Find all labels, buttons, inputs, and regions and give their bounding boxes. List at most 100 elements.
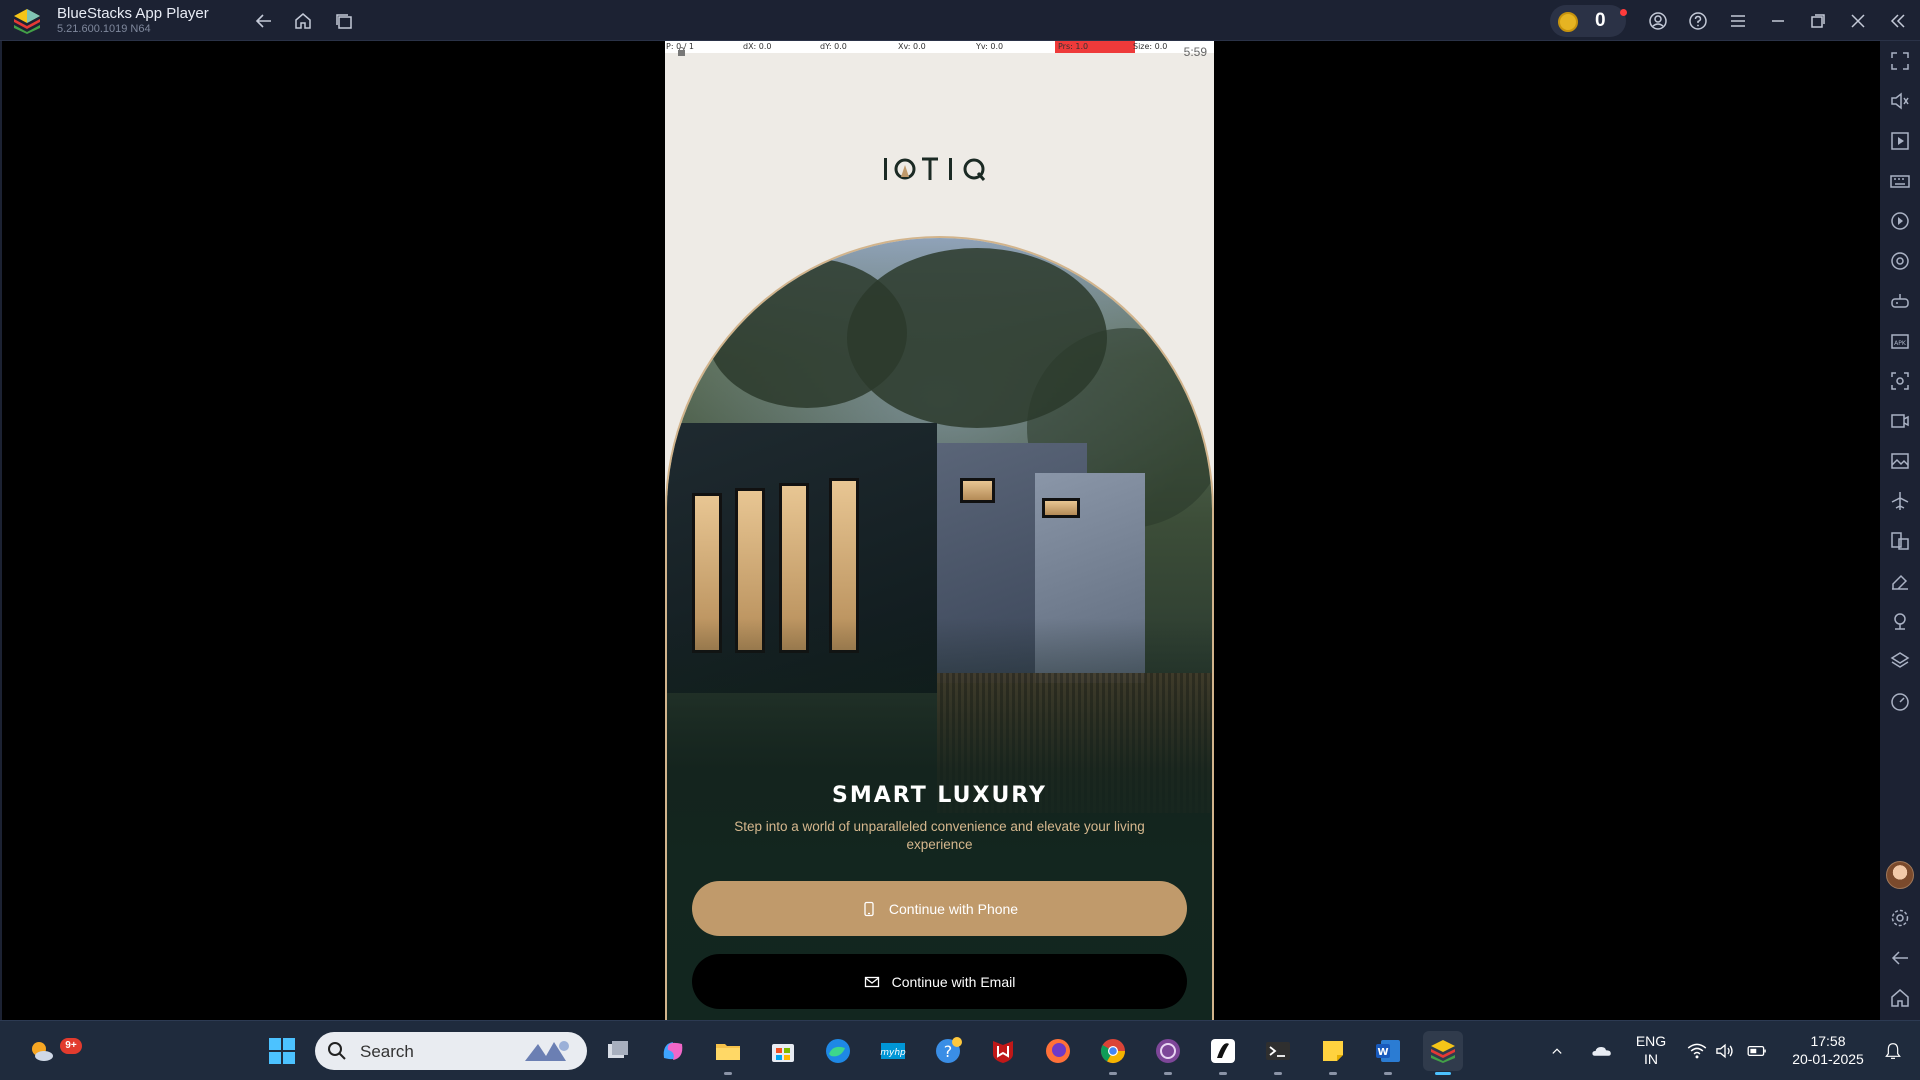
region-code: IN bbox=[1644, 1051, 1658, 1067]
continue-with-email-button[interactable]: Continue with Email bbox=[692, 954, 1187, 1009]
media-icon[interactable] bbox=[1889, 130, 1911, 152]
microsoft-store-icon[interactable] bbox=[763, 1031, 803, 1071]
continue-with-phone-button[interactable]: Continue with Phone bbox=[692, 881, 1187, 936]
performance-icon[interactable] bbox=[1889, 690, 1911, 712]
myhp-icon[interactable]: myhp bbox=[873, 1031, 913, 1071]
notifications-icon[interactable] bbox=[1876, 1031, 1910, 1071]
keyboard-icon[interactable] bbox=[1889, 170, 1911, 192]
continue-with-email-label: Continue with Email bbox=[891, 973, 1016, 990]
active-indicator bbox=[1435, 1072, 1451, 1075]
android-screen[interactable]: P: 0 / 1 dX: 0.0 dY: 0.0 Xv: 0.0 Yv: 0.0… bbox=[665, 41, 1214, 1020]
volume-icon[interactable] bbox=[1889, 90, 1911, 112]
svg-text:W: W bbox=[1377, 1047, 1388, 1058]
restore-icon[interactable] bbox=[1805, 8, 1831, 34]
recent-apps-icon[interactable] bbox=[331, 8, 357, 34]
help-icon[interactable] bbox=[1685, 8, 1711, 34]
running-indicator bbox=[1164, 1072, 1172, 1075]
airplane-icon[interactable] bbox=[1889, 490, 1911, 512]
close-icon[interactable] bbox=[1845, 8, 1871, 34]
onedrive-icon[interactable] bbox=[1585, 1031, 1619, 1071]
back-icon[interactable] bbox=[251, 8, 277, 34]
sync-icon[interactable] bbox=[1889, 250, 1911, 272]
settings-icon[interactable] bbox=[1889, 907, 1911, 929]
location-icon[interactable] bbox=[1889, 610, 1911, 632]
debug-prs: Prs: 1.0 bbox=[1058, 42, 1089, 51]
start-button[interactable] bbox=[262, 1031, 302, 1071]
terminal-icon[interactable] bbox=[1258, 1031, 1298, 1075]
home-icon[interactable] bbox=[290, 8, 316, 34]
running-indicator bbox=[1219, 1072, 1227, 1075]
bluestacks-taskbar-icon[interactable] bbox=[1423, 1031, 1463, 1075]
debug-dy: dY: 0.0 bbox=[820, 42, 847, 51]
headline: SMART LUXURY bbox=[832, 783, 1047, 808]
edge-icon[interactable] bbox=[818, 1031, 858, 1071]
running-indicator bbox=[1329, 1072, 1337, 1075]
debug-size: Size: 0.0 bbox=[1133, 42, 1168, 51]
status-time: 5:59 bbox=[1183, 45, 1207, 59]
search-placeholder: Search bbox=[360, 1042, 414, 1061]
inkscape-icon[interactable] bbox=[1203, 1031, 1243, 1075]
brand-logo bbox=[665, 151, 1214, 192]
svg-text:myhp: myhp bbox=[880, 1048, 906, 1058]
gallery-icon[interactable] bbox=[1889, 450, 1911, 472]
subheadline: Step into a world of unparalleled conven… bbox=[734, 819, 1145, 852]
running-indicator bbox=[1274, 1072, 1282, 1075]
menu-icon[interactable] bbox=[1725, 8, 1751, 34]
clock[interactable]: 17:58 20-01-2025 bbox=[1783, 1032, 1873, 1068]
task-view-icon[interactable] bbox=[598, 1031, 638, 1071]
chevron-up-icon[interactable] bbox=[1542, 1031, 1572, 1071]
erase-icon[interactable] bbox=[1889, 570, 1911, 592]
running-indicator bbox=[1109, 1072, 1117, 1075]
right-sidebar: APK bbox=[1880, 41, 1920, 1020]
word-icon[interactable]: W bbox=[1368, 1031, 1408, 1075]
notification-dot bbox=[1620, 9, 1627, 16]
svg-text:?: ? bbox=[944, 1042, 953, 1061]
language-code: ENG bbox=[1635, 1033, 1667, 1049]
fullscreen-icon[interactable] bbox=[1889, 50, 1911, 72]
continue-with-phone-label: Continue with Phone bbox=[888, 900, 1019, 917]
tor-browser-icon[interactable] bbox=[1148, 1031, 1188, 1075]
file-explorer-icon[interactable] bbox=[708, 1031, 748, 1075]
macro-icon[interactable] bbox=[1889, 210, 1911, 232]
weather-widget[interactable]: 9+ bbox=[22, 1031, 82, 1071]
firefox-icon[interactable] bbox=[1038, 1031, 1078, 1071]
title-bar: BlueStacks App Player 5.21.600.1019 N64 … bbox=[0, 0, 1920, 41]
mcafee-icon[interactable] bbox=[983, 1031, 1023, 1071]
avatar[interactable] bbox=[1886, 861, 1914, 889]
weather-icon bbox=[32, 1042, 53, 1061]
screenshot-icon[interactable] bbox=[1889, 370, 1911, 392]
get-help-icon[interactable]: ? bbox=[928, 1031, 968, 1071]
battery-icon[interactable] bbox=[1740, 1031, 1774, 1071]
running-indicator bbox=[1384, 1072, 1392, 1075]
chrome-icon[interactable] bbox=[1093, 1031, 1133, 1075]
lock-icon bbox=[678, 47, 685, 56]
minimize-icon[interactable] bbox=[1765, 8, 1791, 34]
coin-count: 0 bbox=[1595, 10, 1606, 31]
gamepad-icon[interactable] bbox=[1889, 290, 1911, 312]
taskbar-search[interactable]: Search bbox=[315, 1032, 587, 1070]
multi-instance-icon[interactable] bbox=[1889, 530, 1911, 552]
account-icon[interactable] bbox=[1645, 8, 1671, 34]
svg-text:APK: APK bbox=[1894, 340, 1907, 347]
home-icon[interactable] bbox=[1889, 987, 1911, 1009]
language-indicator[interactable]: ENG IN bbox=[1632, 1032, 1670, 1068]
layers-icon[interactable] bbox=[1889, 650, 1911, 672]
collapse-sidebar-icon[interactable] bbox=[1885, 8, 1911, 34]
speaker-icon[interactable] bbox=[1708, 1031, 1742, 1071]
clock-time: 17:58 bbox=[1810, 1033, 1846, 1049]
apk-icon[interactable]: APK bbox=[1889, 330, 1911, 352]
search-highlight-icon bbox=[525, 1041, 569, 1061]
phone-icon bbox=[864, 901, 874, 916]
windows-icon bbox=[269, 1038, 295, 1064]
windows-taskbar: 9+ Search myhp ? W ENG IN 17:58 20-01-20… bbox=[0, 1020, 1920, 1080]
sticky-notes-icon[interactable] bbox=[1313, 1031, 1353, 1075]
app-title: BlueStacks App Player bbox=[57, 5, 209, 22]
window-border bbox=[0, 41, 2, 1020]
coin-counter[interactable]: 0 bbox=[1550, 5, 1627, 37]
weather-badge: 9+ bbox=[60, 1038, 82, 1054]
back-icon[interactable] bbox=[1889, 947, 1911, 969]
copilot-icon[interactable] bbox=[653, 1031, 693, 1071]
search-icon bbox=[328, 1042, 346, 1060]
record-icon[interactable] bbox=[1889, 410, 1911, 432]
pointer-debug-bar: P: 0 / 1 dX: 0.0 dY: 0.0 Xv: 0.0 Yv: 0.0… bbox=[665, 41, 1214, 53]
